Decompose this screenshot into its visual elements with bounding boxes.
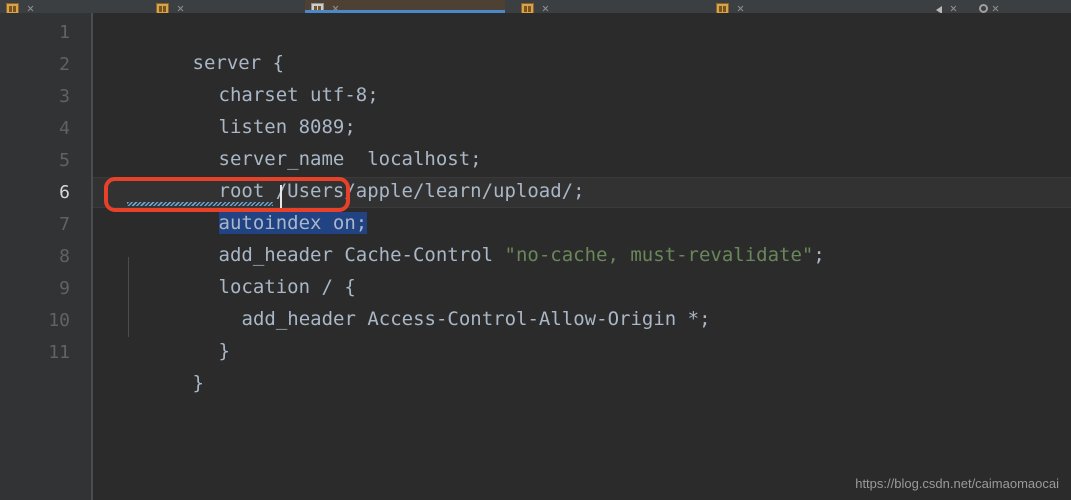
line-number: 2: [59, 54, 70, 75]
text-caret: [280, 185, 282, 209]
line-number: 10: [48, 310, 70, 331]
error-squiggle: [127, 202, 273, 206]
code-line[interactable]: }: [101, 337, 204, 394]
file-icon: [716, 3, 729, 13]
speaker-icon[interactable]: [936, 4, 946, 13]
editor-window: 1 2 3 4 5 6 7 8 9 10 11 server { charset…: [0, 0, 1071, 500]
line-number: 3: [59, 86, 70, 107]
close-icon[interactable]: [737, 5, 744, 12]
line-number: 5: [59, 150, 70, 171]
code-line[interactable]: root /Users/apple/learn/upload/;: [127, 145, 585, 202]
close-icon[interactable]: [542, 5, 549, 12]
gear-icon[interactable]: [979, 4, 988, 13]
line-number: 7: [59, 214, 70, 235]
editor-tab-5[interactable]: [710, 0, 835, 13]
file-icon: [156, 3, 169, 13]
line-number: 11: [48, 342, 70, 363]
code-line[interactable]: listen 8089;: [127, 81, 356, 138]
line-number: 9: [59, 278, 70, 299]
editor-tab-strip[interactable]: [0, 0, 1071, 13]
close-icon[interactable]: [27, 5, 34, 12]
code-content[interactable]: server { charset utf-8; listen 8089; ser…: [93, 13, 1071, 500]
line-number: 1: [59, 22, 70, 43]
code-line[interactable]: add_header Access-Control-Allow-Origin *…: [150, 273, 711, 330]
close-icon[interactable]: [950, 5, 957, 12]
editor-tab-4[interactable]: [515, 0, 640, 13]
code-string-token: "no-cache, must-revalidate": [504, 244, 814, 266]
code-line[interactable]: server_name localhost;: [127, 113, 482, 170]
code-token: }: [218, 340, 230, 362]
code-token: ;: [813, 244, 825, 266]
tabstrip-right-icons[interactable]: [930, 0, 1050, 13]
line-number: 8: [59, 246, 70, 267]
code-line[interactable]: charset utf-8;: [127, 49, 379, 106]
close-icon[interactable]: [177, 5, 184, 12]
file-icon: [521, 3, 534, 13]
code-line[interactable]: server {: [101, 17, 285, 74]
code-line[interactable]: add_header Cache-Control "no-cache, must…: [127, 209, 825, 266]
code-editor[interactable]: 1 2 3 4 5 6 7 8 9 10 11 server { charset…: [0, 13, 1071, 500]
code-token: add_header Access-Control-Allow-Origin *…: [241, 308, 711, 330]
line-number: 4: [59, 118, 70, 139]
code-line[interactable]: }: [127, 305, 230, 362]
line-number-current: 6: [59, 182, 70, 203]
close-icon[interactable]: [992, 5, 999, 12]
editor-tab-1[interactable]: [0, 0, 118, 13]
code-line[interactable]: location / {: [127, 241, 356, 298]
file-icon: [6, 3, 19, 13]
code-token: }: [192, 372, 204, 394]
watermark-text: https://blog.csdn.net/caimaomaocai: [855, 476, 1059, 491]
editor-tab-2[interactable]: [150, 0, 280, 13]
